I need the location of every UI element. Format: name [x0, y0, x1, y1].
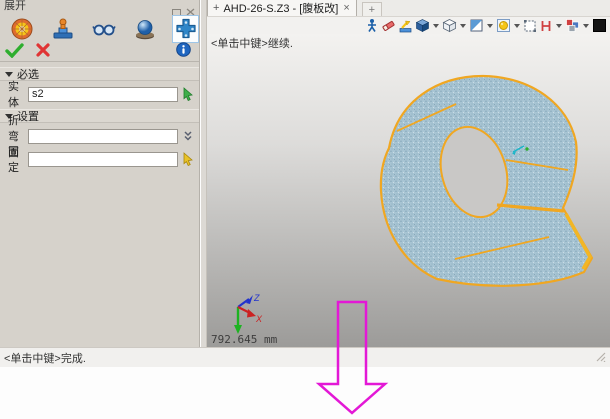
resize-grip-icon[interactable]	[596, 349, 606, 367]
section-settings[interactable]: 设置	[0, 109, 199, 123]
collapse-triangle-icon	[5, 72, 13, 77]
tab-title: AHD-26-S.Z3 - [腹板改]	[223, 0, 338, 16]
unfold-cross-icon[interactable]	[172, 15, 199, 43]
color-wheel-icon[interactable]	[8, 15, 35, 43]
axis-z-label: Z	[253, 293, 260, 303]
eraser-icon[interactable]	[381, 18, 396, 34]
align-plane-dropdown-icon[interactable]	[487, 24, 493, 28]
entity-label: 实体	[8, 78, 28, 110]
unfold-panel: 展开	[0, 0, 200, 347]
3d-viewport[interactable]: <单击中键>继续.	[207, 34, 610, 347]
status-bar: <单击中键>完成.	[0, 347, 610, 367]
field-row-bendface: 折弯面	[0, 126, 199, 146]
render-mode-dropdown-icon[interactable]	[514, 24, 520, 28]
stamp-icon[interactable]	[49, 15, 76, 43]
status-message: <单击中键>完成.	[4, 350, 86, 366]
section-view-icon[interactable]	[539, 18, 553, 34]
cancel-x-icon[interactable]	[35, 42, 51, 63]
new-tab-button[interactable]: +	[362, 2, 382, 16]
document-area: + AHD-26-S.Z3 - [腹板改] × +	[207, 0, 610, 347]
fixed-label: 固定	[8, 143, 28, 175]
shaded-display-icon[interactable]	[415, 18, 430, 34]
glasses-icon[interactable]	[90, 15, 117, 43]
axis-triad: Z X	[234, 293, 263, 334]
app-window: 展开	[0, 0, 610, 419]
measurement-readout: 792.645 mm	[211, 333, 277, 346]
entity-input[interactable]	[28, 87, 178, 102]
panel-title: 展开	[4, 0, 26, 13]
pick-entity-green-icon[interactable]	[181, 87, 195, 101]
wireframe-display-icon[interactable]	[442, 18, 457, 34]
query-person-icon[interactable]	[365, 18, 379, 34]
appearance-dropdown-icon[interactable]	[583, 24, 589, 28]
render-mode-icon[interactable]	[496, 18, 511, 34]
tab-pin-icon: +	[213, 2, 219, 14]
tab-close-icon[interactable]: ×	[342, 2, 350, 14]
sheet-metal-model[interactable]	[381, 76, 592, 286]
axis-x-label: X	[255, 314, 263, 324]
minimize-icon[interactable]	[172, 3, 181, 11]
zoom-window-icon[interactable]	[523, 18, 537, 34]
align-plane-icon[interactable]	[469, 18, 484, 34]
viewport-prompt: <单击中键>继续.	[211, 35, 293, 51]
double-chevron-down-icon[interactable]	[181, 129, 195, 143]
view-toolbar	[207, 17, 610, 34]
info-icon[interactable]	[176, 42, 191, 62]
page-background	[0, 367, 610, 419]
confirm-check-icon[interactable]	[5, 42, 25, 63]
section-required[interactable]: 必选	[0, 67, 199, 81]
sphere-stand-icon[interactable]	[131, 15, 158, 43]
section-view-dropdown-icon[interactable]	[556, 24, 562, 28]
fixed-input[interactable]	[28, 152, 178, 167]
pick-fixed-yellow-icon[interactable]	[181, 152, 195, 166]
panel-toolbar	[0, 13, 199, 43]
panel-action-row	[0, 43, 199, 62]
regen-icon[interactable]	[398, 18, 413, 34]
shaded-display-dropdown-icon[interactable]	[433, 24, 439, 28]
panel-titlebar: 展开	[0, 0, 199, 13]
close-icon[interactable]	[186, 3, 195, 11]
document-tabbar: + AHD-26-S.Z3 - [腹板改] × +	[207, 0, 610, 17]
bendface-input[interactable]	[28, 129, 178, 144]
wireframe-display-dropdown-icon[interactable]	[460, 24, 466, 28]
background-color-icon[interactable]	[592, 18, 607, 34]
tab-document[interactable]: + AHD-26-S.Z3 - [腹板改] ×	[207, 0, 357, 16]
field-row-entity: 实体	[0, 84, 199, 104]
model-canvas: Z X	[207, 34, 610, 347]
field-row-fixed: 固定	[0, 149, 199, 169]
appearance-icon[interactable]	[565, 18, 580, 34]
